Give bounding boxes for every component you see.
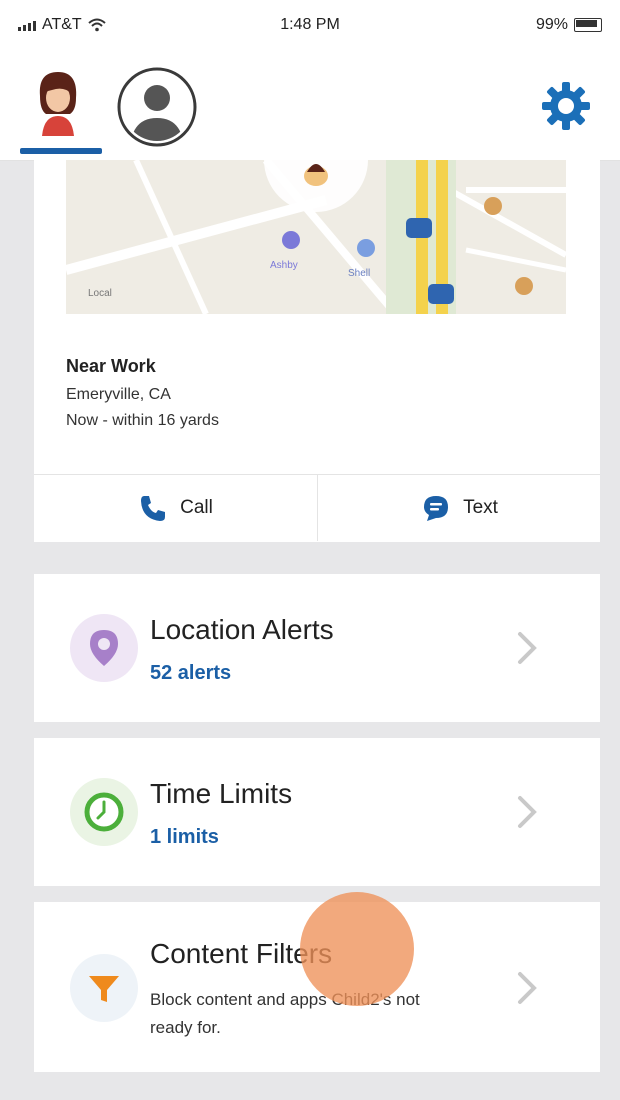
- call-button[interactable]: Call: [34, 475, 317, 541]
- time-limits-icon: [70, 778, 138, 846]
- child-avatar[interactable]: [30, 66, 86, 136]
- funnel-icon: [89, 976, 119, 1002]
- location-alerts-row[interactable]: Location Alerts 52 alerts: [34, 574, 600, 722]
- location-card: Local Ashby Shell Near Work Emeryville, …: [34, 160, 600, 542]
- map-graphic: Local Ashby Shell: [66, 160, 566, 314]
- gear-icon[interactable]: [538, 78, 594, 134]
- time-limits-title: Time Limits: [150, 778, 293, 809]
- chat-bubble-icon: [424, 496, 449, 521]
- content-filters-row[interactable]: Content Filters Block content and apps C…: [34, 902, 600, 1072]
- time-limits-subtitle: 1 limits: [150, 826, 219, 848]
- location-alerts-title: Location Alerts: [150, 614, 334, 645]
- content-filters-icon: [70, 954, 138, 1022]
- person-icon[interactable]: [116, 66, 198, 148]
- location-title: Near Work: [66, 356, 156, 376]
- time-limits-row[interactable]: Time Limits 1 limits: [34, 738, 600, 886]
- chevron-right-icon: [518, 972, 537, 1004]
- map-label-2: Shell: [348, 268, 370, 279]
- location-time: Now - within 16 yards: [66, 412, 219, 429]
- text-label: Text: [463, 497, 498, 518]
- location-alerts-subtitle: 52 alerts: [150, 662, 232, 684]
- phone-icon: [141, 496, 166, 521]
- status-bar: AT&T 1:48 PM 99%: [0, 0, 620, 52]
- location-map[interactable]: Local Ashby Shell: [66, 160, 566, 314]
- profile-header: [0, 52, 620, 161]
- content-filters-description: Block content and apps Child2's not read…: [150, 990, 420, 1037]
- status-right: 99%: [536, 16, 602, 34]
- battery-label: 99%: [535, 16, 568, 33]
- location-pin-icon: [90, 630, 118, 666]
- clock-icon: [84, 792, 124, 832]
- status-time: 1:48 PM: [280, 16, 340, 33]
- map-label-1: Ashby: [270, 260, 298, 271]
- chevron-right-icon: [518, 796, 537, 828]
- map-label-local: Local: [88, 288, 112, 299]
- selected-child-indicator: [20, 148, 102, 154]
- call-label: Call: [180, 497, 213, 518]
- location-city: Emeryville, CA: [66, 386, 171, 403]
- content-filters-title: Content Filters: [150, 938, 333, 969]
- chevron-right-icon: [518, 632, 537, 664]
- text-button[interactable]: Text: [317, 475, 601, 541]
- location-alerts-icon: [70, 614, 138, 682]
- battery-icon: [574, 18, 602, 32]
